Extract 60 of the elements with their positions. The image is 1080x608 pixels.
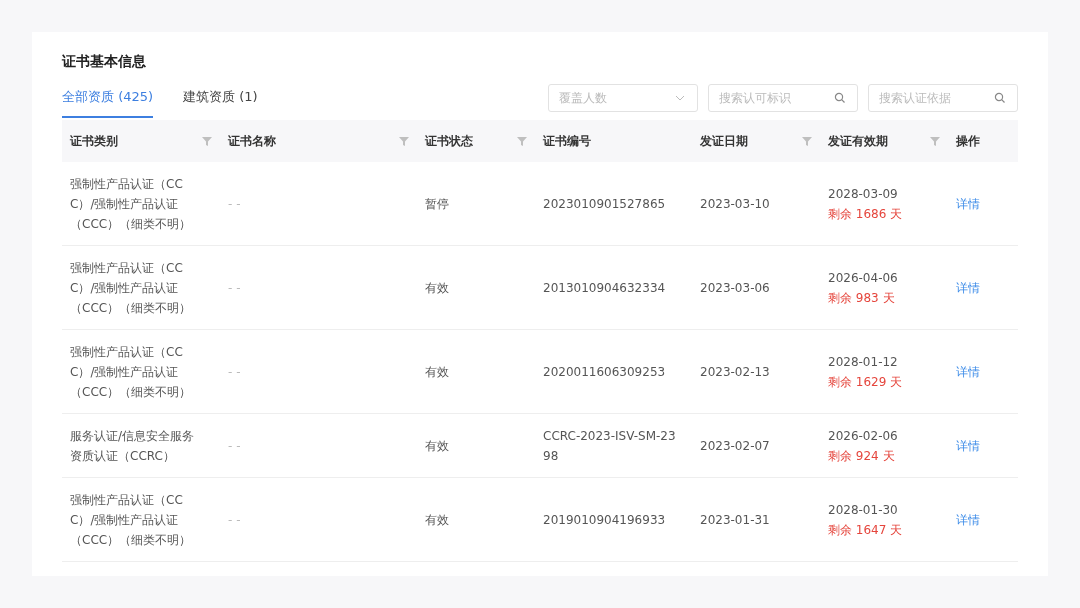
expiry-date: 2026-02-06 bbox=[828, 427, 899, 445]
filter-icon[interactable] bbox=[802, 136, 812, 146]
table-cell: 有效 bbox=[425, 438, 449, 453]
remaining-days: 剩余 1686 天 bbox=[828, 203, 940, 224]
table-cell-text: 强制性产品认证（CCC）/强制性产品认证（CCC）（细类不明） bbox=[70, 491, 193, 549]
expiry-date: 2026-04-06 bbox=[828, 269, 899, 287]
table-cell: 有效 bbox=[425, 364, 449, 379]
search-field[interactable]: 搜索认证依据 bbox=[868, 84, 1018, 112]
details-link[interactable]: 详情 bbox=[956, 196, 980, 211]
remaining-days: 剩余 983 天 bbox=[828, 287, 940, 308]
dropdown-field[interactable]: 覆盖人数 bbox=[548, 84, 698, 112]
table-cell: - - bbox=[228, 512, 241, 527]
filter-icon[interactable] bbox=[399, 136, 409, 146]
search-icon bbox=[994, 92, 1006, 104]
card-title: 证书基本信息 bbox=[62, 52, 147, 71]
column-title: 发证日期 bbox=[700, 132, 748, 150]
table-cell: - - bbox=[228, 196, 241, 211]
table-cell: 2023-02-13 bbox=[700, 364, 770, 379]
column-title: 证书编号 bbox=[543, 132, 591, 150]
column-title: 发证有效期 bbox=[828, 132, 888, 150]
table-cell-text: 2023010901527865 bbox=[543, 195, 667, 213]
table-cell: 有效 bbox=[425, 512, 449, 527]
column-title: 操作 bbox=[956, 132, 980, 150]
filter-icon[interactable] bbox=[202, 136, 212, 146]
details-link[interactable]: 详情 bbox=[956, 438, 980, 453]
details-link[interactable]: 详情 bbox=[956, 512, 980, 527]
remaining-days: 剩余 1647 天 bbox=[828, 519, 940, 540]
table-cell: - - bbox=[228, 438, 241, 453]
table-cell-text: CCRC-2023-ISV-SM-2398 bbox=[543, 427, 677, 465]
table-cell: 2023-03-06 bbox=[700, 280, 770, 295]
table-cell: - - bbox=[228, 280, 241, 295]
remaining-days: 剩余 924 天 bbox=[828, 445, 940, 466]
table-cell-text: 强制性产品认证（CCC）/强制性产品认证（CCC）（细类不明） bbox=[70, 343, 193, 401]
table-cell-text: 2019010904196933 bbox=[543, 511, 667, 529]
table-cell: 2023-02-07 bbox=[700, 438, 770, 453]
column-title: 证书状态 bbox=[425, 132, 473, 150]
remaining-days: 剩余 1629 天 bbox=[828, 371, 940, 392]
table-cell-text: 强制性产品认证（CCC）/强制性产品认证（CCC）（细类不明） bbox=[70, 175, 193, 233]
tab[interactable]: 全部资质 (425) bbox=[62, 88, 154, 118]
table-cell-text: 2013010904632334 bbox=[543, 279, 667, 297]
expiry-date: 2028-03-09 bbox=[828, 185, 899, 203]
table-cell-text: 服务认证/信息安全服务资质认证（CCRC） bbox=[70, 427, 196, 465]
column-title: 证书名称 bbox=[228, 132, 276, 150]
details-link[interactable]: 详情 bbox=[956, 364, 980, 379]
search-field[interactable]: 搜索认可标识 bbox=[708, 84, 858, 112]
search-icon bbox=[834, 92, 846, 104]
table-cell: 有效 bbox=[425, 280, 449, 295]
table-cell-text: 2020011606309253 bbox=[543, 363, 667, 381]
tab[interactable]: 建筑资质 (1) bbox=[183, 88, 258, 118]
table-cell: 2023-03-10 bbox=[700, 196, 770, 211]
table-cell: 暂停 bbox=[425, 196, 449, 211]
filter-icon[interactable] bbox=[517, 136, 527, 146]
column-title: 证书类别 bbox=[70, 132, 118, 150]
filter-icon[interactable] bbox=[930, 136, 940, 146]
details-link[interactable]: 详情 bbox=[956, 280, 980, 295]
expiry-date: 2028-01-30 bbox=[828, 501, 899, 519]
table-cell: - - bbox=[228, 364, 241, 379]
table-cell-text: 强制性产品认证（CCC）/强制性产品认证（CCC）（细类不明） bbox=[70, 259, 193, 317]
table-cell: 2023-01-31 bbox=[700, 512, 770, 527]
expiry-date: 2028-01-12 bbox=[828, 353, 899, 371]
